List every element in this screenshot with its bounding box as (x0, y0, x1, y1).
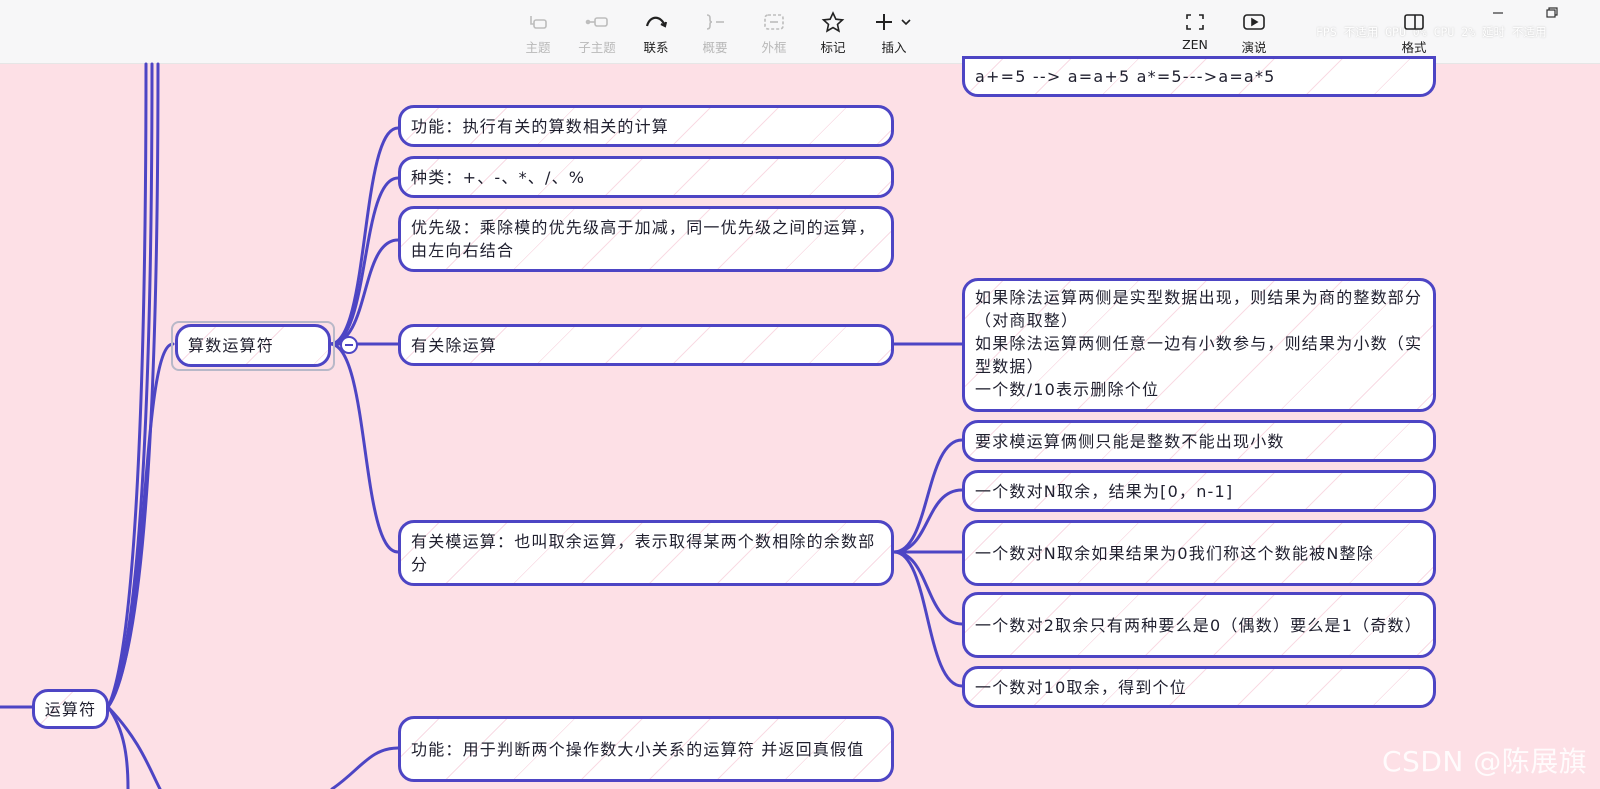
play-icon (1242, 10, 1266, 34)
format-button[interactable]: 格式 (1386, 10, 1442, 58)
toolbar: 主题 子主题 联系 概要 外框 标记 插入 ZEN 演说 FPS 不适用 GPU… (0, 0, 1600, 64)
subtopic-label: 子主题 (578, 40, 616, 55)
minimize-button[interactable] (1486, 4, 1510, 22)
modulo-rule-3-node[interactable]: 一个数对N取余如果结果为0我们称这个数能被N整除 (962, 520, 1436, 586)
modulo-node[interactable]: 有关模运算：也叫取余运算，表示取得某两个数相除的余数部分 (398, 520, 894, 586)
insert-button[interactable]: 插入 (862, 10, 926, 58)
modulo-rule-5-text: 一个数对10取余，得到个位 (975, 677, 1187, 697)
format-label: 格式 (1401, 40, 1427, 55)
minimize-icon (1493, 12, 1503, 14)
modulo-rule-2-node[interactable]: 一个数对N取余，结果为[0，n-1] (962, 470, 1436, 512)
topic-label: 主题 (525, 40, 551, 55)
function-node[interactable]: 功能：执行有关的算数相关的计算 (398, 105, 894, 147)
topic-button[interactable]: 主题 (510, 10, 566, 58)
marker-button[interactable]: 标记 (805, 10, 861, 58)
division-text: 有关除运算 (411, 335, 498, 355)
zen-button[interactable]: ZEN (1167, 10, 1223, 58)
relational-function-node[interactable]: 功能：用于判断两个操作数大小关系的运算符 并返回真假值 (398, 716, 894, 782)
division-node[interactable]: 有关除运算 (398, 324, 894, 366)
assignment-examples-node[interactable]: a+=5 --> a=a+5 a*=5--->a=a*5 (962, 56, 1436, 97)
modulo-rule-1-node[interactable]: 要求模运算俩侧只能是整数不能出现小数 (962, 420, 1436, 462)
csdn-watermark: CSDN @陈展旗 (1382, 745, 1588, 778)
zen-label: ZEN (1182, 37, 1208, 52)
modulo-rule-5-node[interactable]: 一个数对10取余，得到个位 (962, 666, 1436, 708)
boundary-button[interactable]: 外框 (746, 10, 802, 58)
root-node-text: 运算符 (44, 699, 97, 719)
performance-stats: FPS 不适用 GPU 0% CPU 2% 延时 不适用 (1316, 25, 1547, 39)
subtopic-button[interactable]: 子主题 (569, 10, 625, 58)
division-detail-text: 如果除法运算两侧是实型数据出现，则结果为商的整数部分（对商取整） 如果除法运算两… (975, 288, 1423, 399)
arithmetic-operators-node[interactable]: 算数运算符 (175, 324, 331, 367)
function-text: 功能：执行有关的算数相关的计算 (411, 116, 670, 136)
summary-button[interactable]: 概要 (687, 10, 743, 58)
kinds-text: 种类：+、-、*、/、% (411, 167, 586, 187)
present-button[interactable]: 演说 (1226, 10, 1282, 58)
star-icon (821, 10, 845, 34)
boundary-icon (762, 10, 786, 34)
boundary-label: 外框 (761, 40, 787, 55)
relationship-label: 联系 (643, 40, 669, 55)
collapse-toggle[interactable] (340, 336, 358, 354)
relationship-button[interactable]: 联系 (628, 10, 684, 58)
plus-icon (874, 10, 914, 34)
minus-icon (345, 344, 353, 346)
priority-text: 优先级：乘除模的优先级高于加减，同一优先级之间的运算，由左向右结合 (411, 218, 876, 260)
arithmetic-operators-text: 算数运算符 (188, 336, 275, 355)
modulo-rule-4-node[interactable]: 一个数对2取余只有两种要么是0（偶数）要么是1（奇数） (962, 592, 1436, 658)
summary-icon (703, 10, 727, 34)
topic-icon (527, 10, 549, 34)
kinds-node[interactable]: 种类：+、-、*、/、% (398, 156, 894, 198)
modulo-rule-2-text: 一个数对N取余，结果为[0，n-1] (975, 481, 1234, 501)
root-node-operators[interactable]: 运算符 (32, 689, 109, 729)
relationship-icon (644, 10, 668, 34)
panel-icon (1403, 10, 1425, 34)
division-detail-node[interactable]: 如果除法运算两侧是实型数据出现，则结果为商的整数部分（对商取整） 如果除法运算两… (962, 278, 1436, 412)
subtopic-icon (584, 10, 610, 34)
modulo-rule-1-text: 要求模运算俩侧只能是整数不能出现小数 (975, 431, 1285, 451)
fullscreen-icon (1184, 10, 1206, 34)
present-label: 演说 (1241, 40, 1267, 55)
summary-label: 概要 (702, 40, 728, 55)
restore-icon (1546, 7, 1558, 18)
modulo-rule-3-text: 一个数对N取余如果结果为0我们称这个数能被N整除 (975, 543, 1374, 563)
marker-label: 标记 (820, 40, 846, 55)
assignment-examples-text: a+=5 --> a=a+5 a*=5--->a=a*5 (975, 67, 1276, 86)
restore-button[interactable] (1540, 4, 1564, 22)
modulo-text: 有关模运算：也叫取余运算，表示取得某两个数相除的余数部分 (411, 532, 876, 574)
priority-node[interactable]: 优先级：乘除模的优先级高于加减，同一优先级之间的运算，由左向右结合 (398, 206, 894, 272)
modulo-rule-4-text: 一个数对2取余只有两种要么是0（偶数）要么是1（奇数） (975, 615, 1422, 635)
relational-function-text: 功能：用于判断两个操作数大小关系的运算符 并返回真假值 (411, 739, 865, 759)
insert-label: 插入 (881, 40, 907, 55)
